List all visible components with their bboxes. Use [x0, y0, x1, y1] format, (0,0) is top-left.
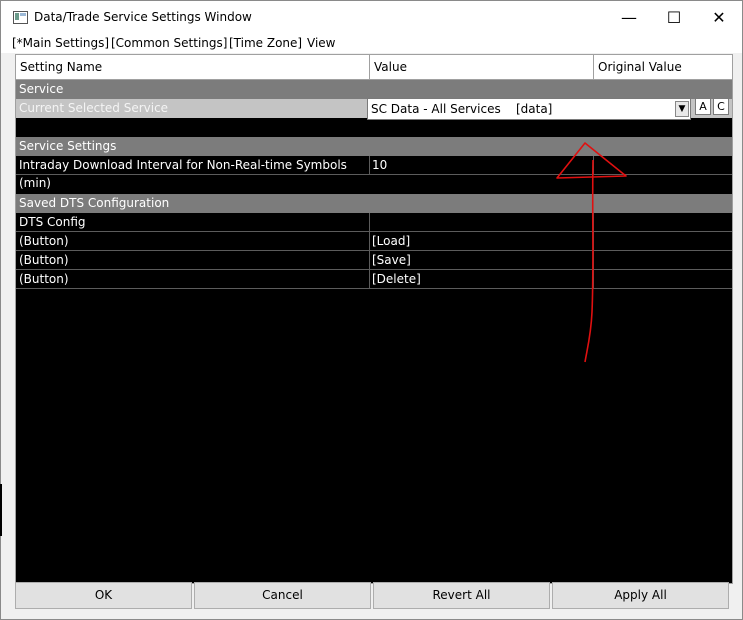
column-value[interactable]: Value — [369, 55, 593, 79]
section-service: Service — [16, 80, 732, 99]
title-bar: Data/Trade Service Settings Window — ☐ ✕ — [1, 1, 742, 33]
setting-name: Intraday Download Interval for Non-Real-… — [19, 158, 347, 190]
cancel-button[interactable]: Cancel — [194, 582, 371, 609]
column-setting-name[interactable]: Setting Name — [16, 55, 369, 79]
window-app-icon — [13, 11, 28, 24]
dropdown-arrow-icon[interactable]: ▼ — [675, 101, 689, 117]
close-icon[interactable]: ✕ — [696, 1, 742, 33]
delete-button[interactable]: [Delete] — [369, 270, 593, 288]
button-c[interactable]: C — [713, 98, 729, 115]
row-dts-config[interactable]: DTS Config — [16, 213, 732, 232]
save-button[interactable]: [Save] — [369, 251, 593, 269]
setting-value[interactable]: 10 — [369, 156, 593, 174]
ok-button[interactable]: OK — [15, 582, 192, 609]
setting-name: DTS Config — [19, 215, 86, 229]
grid-header: Setting Name Value Original Value — [16, 55, 732, 80]
service-select[interactable]: SC Data - All Services [data] ▼ — [367, 98, 691, 120]
minimize-icon[interactable]: — — [606, 1, 652, 33]
window-title: Data/Trade Service Settings Window — [34, 10, 252, 24]
section-saved-dts: Saved DTS Configuration — [16, 194, 732, 213]
setting-value[interactable] — [369, 213, 593, 231]
maximize-icon[interactable]: ☐ — [651, 1, 697, 33]
menu-common-settings[interactable]: [Common Settings] — [111, 36, 227, 50]
section-service-settings: Service Settings — [16, 137, 732, 156]
revert-all-button[interactable]: Revert All — [373, 582, 550, 609]
row-delete-button[interactable]: (Button) [Delete] — [16, 270, 732, 289]
setting-name: Current Selected Service — [19, 101, 169, 115]
row-load-button[interactable]: (Button) [Load] — [16, 232, 732, 251]
setting-name: (Button) — [19, 253, 69, 267]
original-value — [593, 156, 732, 174]
footer-buttons: OK Cancel Revert All Apply All — [15, 582, 731, 609]
settings-grid: Setting Name Value Original Value Servic… — [15, 54, 733, 584]
setting-name: (Button) — [19, 272, 69, 286]
button-a[interactable]: A — [695, 98, 711, 115]
original-value — [593, 213, 732, 231]
row-save-button[interactable]: (Button) [Save] — [16, 251, 732, 270]
menu-main-settings[interactable]: [*Main Settings] — [12, 36, 109, 50]
menu-view[interactable]: View — [307, 36, 335, 50]
apply-all-button[interactable]: Apply All — [552, 582, 729, 609]
load-button[interactable]: [Load] — [369, 232, 593, 250]
setting-name: (Button) — [19, 234, 69, 248]
menu-time-zone[interactable]: [Time Zone] — [229, 36, 302, 50]
original-value — [593, 270, 732, 288]
original-value — [593, 232, 732, 250]
background-edge — [0, 484, 2, 536]
original-value — [593, 251, 732, 269]
menu-bar: [*Main Settings] [Common Settings] [Time… — [1, 33, 742, 53]
settings-window: Data/Trade Service Settings Window — ☐ ✕… — [0, 0, 743, 620]
row-intraday-interval[interactable]: Intraday Download Interval for Non-Real-… — [16, 156, 732, 190]
service-select-value: SC Data - All Services [data] — [371, 102, 553, 116]
column-original-value[interactable]: Original Value — [593, 55, 732, 79]
